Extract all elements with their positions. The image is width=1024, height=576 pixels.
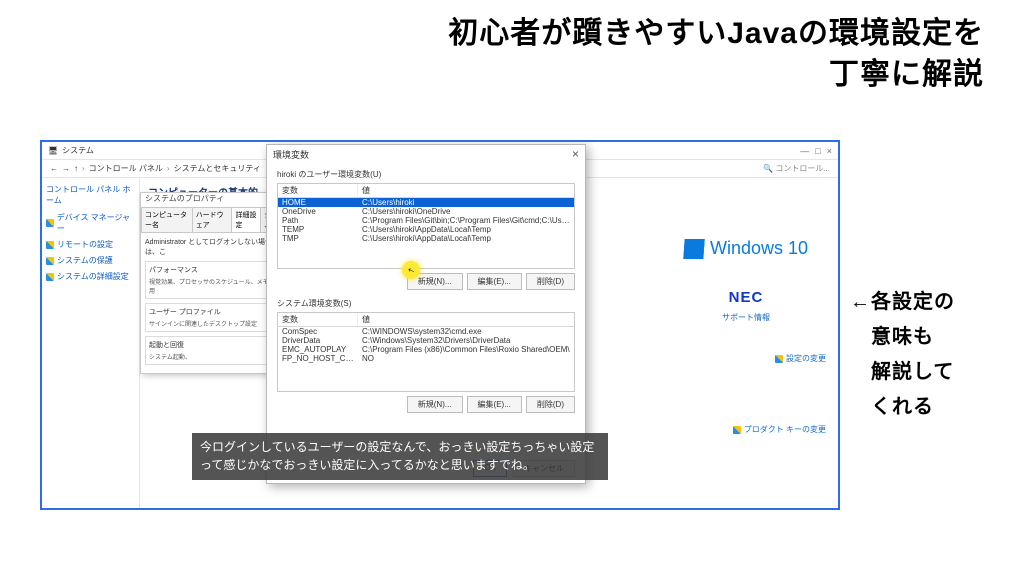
tab-advanced[interactable]: 詳細設定 [231,207,261,232]
sys-edit-button[interactable]: 編集(E)... [467,396,522,413]
cursor-highlight [402,261,420,279]
user-vars-label: hiroki のユーザー環境変数(U) [277,169,575,180]
sidebar-home[interactable]: コントロール パネル ホーム [46,184,135,206]
user-delete-button[interactable]: 削除(D) [526,273,575,290]
support-link[interactable]: サポート情報 [666,312,826,323]
col-name: 変数 [278,184,358,197]
shield-icon [775,355,783,363]
sidebar: コントロール パネル ホーム デバイス マネージャー リモートの設定 システムの… [42,178,140,508]
breadcrumb-item[interactable]: システムとセキュリティ [174,163,261,174]
shield-icon [46,273,54,281]
screenshot-frame: 🖥 システム — □ × ← → ↑ › コントロール パネル › システムとセ… [40,140,840,510]
shield-icon [46,219,54,227]
headline-line-1: 初心者が躓きやすいJavaの環境設定を [40,14,984,55]
system-window-icon: 🖥 [48,146,58,155]
windows-logo: Windows 10 [684,238,808,259]
tab-hardware[interactable]: ハードウェア [192,207,233,232]
sidebar-item-protection[interactable]: システムの保護 [46,255,135,266]
windows-icon [683,239,704,259]
video-subtitle: 今ログインしているユーザーの設定なんで、おっきい設定ちっちゃい設定って感じかなで… [192,433,608,480]
breadcrumb-item[interactable]: コントロール パネル [89,163,163,174]
sidebar-item-remote[interactable]: リモートの設定 [46,239,135,250]
group-performance: パフォーマンス 視覚効果、プロセッサのスケジュール、メモリ使用 [145,261,285,299]
nav-up-icon[interactable]: ↑ [74,164,78,173]
product-key-link[interactable]: プロダクト キーの変更 [666,424,826,435]
table-row[interactable]: FP_NO_HOST_CHECKNO [278,354,574,363]
sys-delete-button[interactable]: 削除(D) [526,396,575,413]
close-button[interactable]: × [827,146,832,156]
shield-icon [46,241,54,249]
table-row[interactable]: DriverDataC:\Windows\System32\Drivers\Dr… [278,336,574,345]
shield-icon [46,257,54,265]
table-row[interactable]: TEMPC:\Users\hiroki\AppData\Local\Temp [278,225,574,234]
maximize-button[interactable]: □ [815,146,820,156]
env-dialog-title: 環境変数 [273,148,309,161]
brand-area: Windows 10 NEC サポート情報 設定の変更 プロダクト キーの変更 [666,238,826,435]
annotation-text: ←各設定の 意味も 解説して くれる [850,285,955,425]
group-startup: 起動と回復 システム起動、 [145,336,285,365]
user-vars-table[interactable]: 変数 値 HOMEC:\Users\hirokiOneDriveC:\Users… [277,183,575,269]
sidebar-item-advanced[interactable]: システムの詳細設定 [46,271,135,282]
table-row[interactable]: PathC:\Program Files\Git\bin;C:\Program … [278,216,574,225]
tab-computer-name[interactable]: コンピューター名 [141,207,193,232]
table-row[interactable]: HOMEC:\Users\hiroki [278,198,574,207]
nav-back-icon[interactable]: ← [50,164,58,173]
admin-note: Administrator としてログオンしない場合は、こ [145,237,285,257]
table-row[interactable]: OneDriveC:\Users\hiroki\OneDrive [278,207,574,216]
sidebar-item-device-manager[interactable]: デバイス マネージャー [46,212,135,234]
group-user-profile: ユーザー プロファイル サインインに関連したデスクトップ設定 [145,303,285,332]
minimize-button[interactable]: — [800,146,809,156]
env-close-button[interactable]: × [572,147,579,161]
user-edit-button[interactable]: 編集(E)... [467,273,522,290]
sys-new-button[interactable]: 新規(N)... [407,396,463,413]
settings-change-link[interactable]: 設定の変更 [666,353,826,364]
table-row[interactable]: ComSpecC:\WINDOWS\system32\cmd.exe [278,327,574,336]
headline-line-2: 丁寧に解説 [40,55,984,96]
nav-forward-icon[interactable]: → [62,164,70,173]
col-value: 値 [358,184,574,197]
col-value: 値 [358,313,574,326]
col-name: 変数 [278,313,358,326]
table-row[interactable]: TMPC:\Users\hiroki\AppData\Local\Temp [278,234,574,243]
system-window-title: システム [62,145,94,156]
search-input[interactable]: 🔍 コントロール... [763,163,830,174]
headline: 初心者が躓きやすいJavaの環境設定を 丁寧に解説 [40,14,984,95]
nec-logo: NEC [666,289,826,306]
sys-vars-table[interactable]: 変数 値 ComSpecC:\WINDOWS\system32\cmd.exeD… [277,312,575,392]
sys-vars-label: システム環境変数(S) [277,298,575,309]
table-row[interactable]: EMC_AUTOPLAYC:\Program Files (x86)\Commo… [278,345,574,354]
shield-icon [733,426,741,434]
